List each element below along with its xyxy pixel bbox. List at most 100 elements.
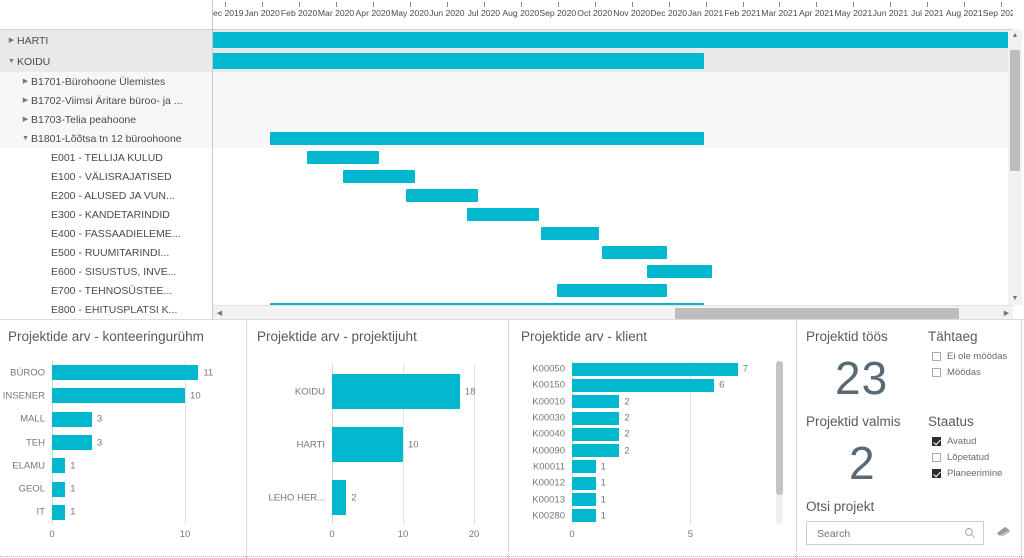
chart-category-label[interactable]: INSENER (3, 390, 45, 401)
timeline-tick (631, 2, 633, 7)
gantt-tree-row[interactable]: ▶ B1701-Bürohoone Ülemistes (0, 72, 212, 91)
chevron-right-icon[interactable]: ▶ (20, 72, 31, 91)
eraser-icon[interactable] (996, 525, 1011, 538)
chart-bar[interactable] (572, 362, 738, 376)
chart-category-label[interactable]: KOIDU (295, 386, 325, 397)
gantt-vertical-scrollbar[interactable]: ▲ ▼ (1008, 30, 1022, 305)
chart-bar[interactable] (572, 493, 596, 507)
chevron-right-icon[interactable]: ▶ (20, 110, 31, 129)
gantt-bar[interactable] (557, 284, 668, 297)
chart-category-label[interactable]: ELAMU (12, 460, 45, 471)
chart-bar[interactable] (332, 374, 460, 409)
chart-category-label[interactable]: K00030 (532, 413, 565, 424)
gantt-bar[interactable] (405, 189, 478, 202)
chart-bar[interactable] (52, 481, 66, 497)
chevron-down-icon[interactable]: ▼ (6, 52, 17, 71)
gantt-bar[interactable] (541, 227, 600, 240)
gantt-bar[interactable] (269, 132, 705, 145)
gantt-horizontal-scrollbar[interactable]: ◀ ▶ (213, 305, 1013, 320)
chart-category-label[interactable]: K00010 (532, 396, 565, 407)
scroll-left-arrow-icon[interactable]: ◀ (214, 308, 225, 319)
chart-bar[interactable] (332, 427, 403, 462)
chevron-down-icon[interactable]: ▼ (20, 129, 31, 148)
slicer-option[interactable]: Avatud (932, 436, 976, 447)
gantt-bar[interactable] (213, 32, 1009, 48)
chart-bar[interactable] (52, 458, 66, 474)
chart-category-label[interactable]: K00280 (532, 510, 565, 521)
scroll-right-arrow-icon[interactable]: ▶ (1001, 308, 1012, 319)
gantt-tree-row[interactable]: E400 - FASSAADIELEME... (0, 224, 212, 243)
gantt-bar[interactable] (601, 246, 668, 259)
gantt-bar-row (213, 224, 1013, 243)
chevron-right-icon[interactable]: ▶ (20, 91, 31, 110)
slicer-option[interactable]: Möödas (932, 367, 981, 378)
chart-bar[interactable] (52, 388, 186, 404)
checkbox-checked-icon[interactable] (932, 437, 941, 446)
chart-bar[interactable] (572, 427, 620, 441)
chevron-right-icon[interactable]: ▶ (6, 31, 17, 50)
gantt-tree-row[interactable]: E300 - KANDETARINDID (0, 205, 212, 224)
gantt-bar[interactable] (307, 151, 380, 164)
chart-category-label[interactable]: K00013 (532, 494, 565, 505)
chart-category-label[interactable]: K00012 (532, 478, 565, 489)
chart-category-label[interactable]: K00050 (532, 364, 565, 375)
slicer-option[interactable]: Planeerimine (932, 468, 1002, 479)
gantt-tree-row[interactable]: E100 - VÄLISRAJATISED (0, 167, 212, 186)
checkbox-unchecked-icon[interactable] (932, 368, 941, 377)
chart-category-label[interactable]: K00150 (532, 380, 565, 391)
chart-category-label[interactable]: K00090 (532, 445, 565, 456)
chart-bar[interactable] (52, 435, 92, 450)
chart-bar[interactable] (52, 504, 66, 520)
chart-category-label[interactable]: IT (37, 507, 45, 518)
chart-bar[interactable] (572, 395, 620, 409)
chart-bar[interactable] (332, 480, 347, 515)
checkbox-unchecked-icon[interactable] (932, 352, 941, 361)
chart-bar[interactable] (572, 444, 620, 458)
chart-category-label[interactable]: TEH (26, 437, 45, 448)
gantt-tree-row[interactable]: E200 - ALUSED JA VUN... (0, 186, 212, 205)
search-box[interactable] (806, 521, 984, 546)
chart-scroll-thumb[interactable] (776, 361, 783, 495)
timeline-tick-label: Feb 2020 (280, 8, 318, 18)
gantt-tree-row[interactable]: ▼ KOIDU (0, 51, 212, 72)
chart-bar[interactable] (572, 411, 620, 425)
gantt-tree-row[interactable]: E500 - RUUMITARINDI... (0, 243, 212, 262)
search-input[interactable] (815, 522, 959, 546)
checkbox-unchecked-icon[interactable] (932, 453, 941, 462)
scroll-up-arrow-icon[interactable]: ▲ (1010, 31, 1020, 41)
gantt-tree-row[interactable]: E600 - SISUSTUS, INVE... (0, 262, 212, 281)
gantt-tree-row[interactable]: ▶ HARTI (0, 30, 212, 51)
chart-category-label[interactable]: BÜROO (10, 367, 45, 378)
gantt-tree-row[interactable]: E001 - TELLIJA KULUD (0, 148, 212, 167)
chart-category-label[interactable]: K00011 (533, 461, 565, 472)
timeline-tick (520, 2, 522, 7)
gantt-tree-row[interactable]: E700 - TEHNOSÜSTEE... (0, 281, 212, 300)
scroll-down-arrow-icon[interactable]: ▼ (1010, 294, 1020, 304)
gantt-vscroll-thumb[interactable] (1010, 50, 1020, 172)
chart-bar[interactable] (52, 411, 92, 427)
chart-bar[interactable] (572, 476, 596, 490)
chart-bar[interactable] (572, 378, 715, 392)
gantt-bar[interactable] (343, 170, 416, 183)
chart-category-label[interactable]: GEOL (19, 484, 45, 495)
chart-bar[interactable] (572, 460, 596, 474)
gantt-bar[interactable] (467, 208, 540, 221)
gantt-tree-row[interactable]: ▼ B1801-Lõõtsa tn 12 büroohoone (0, 129, 212, 148)
search-icon[interactable] (964, 527, 976, 539)
chart-category-label[interactable]: LEHO HER... (269, 492, 326, 503)
gantt-tree-row[interactable]: E800 - EHITUSPLATSI K... (0, 300, 212, 319)
gantt-hscroll-thumb[interactable] (675, 308, 960, 319)
chart-bar[interactable] (52, 365, 199, 381)
chart-x-tick-label: 0 (49, 529, 55, 540)
gantt-tree-row[interactable]: ▶ B1702-Viimsi Äritare büroo- ja ... (0, 91, 212, 110)
chart-category-label[interactable]: MALL (20, 414, 45, 425)
slicer-option[interactable]: Ei ole möödas (932, 351, 1007, 362)
slicer-option[interactable]: Lõpetatud (932, 452, 989, 463)
gantt-bar[interactable] (213, 53, 705, 69)
chart-bar[interactable] (572, 509, 596, 523)
checkbox-checked-icon[interactable] (932, 469, 941, 478)
chart-category-label[interactable]: K00040 (532, 429, 565, 440)
gantt-bar[interactable] (647, 265, 713, 278)
gantt-tree-row[interactable]: ▶ B1703-Telia peahoone (0, 110, 212, 129)
chart-category-label[interactable]: HARTI (297, 439, 325, 450)
